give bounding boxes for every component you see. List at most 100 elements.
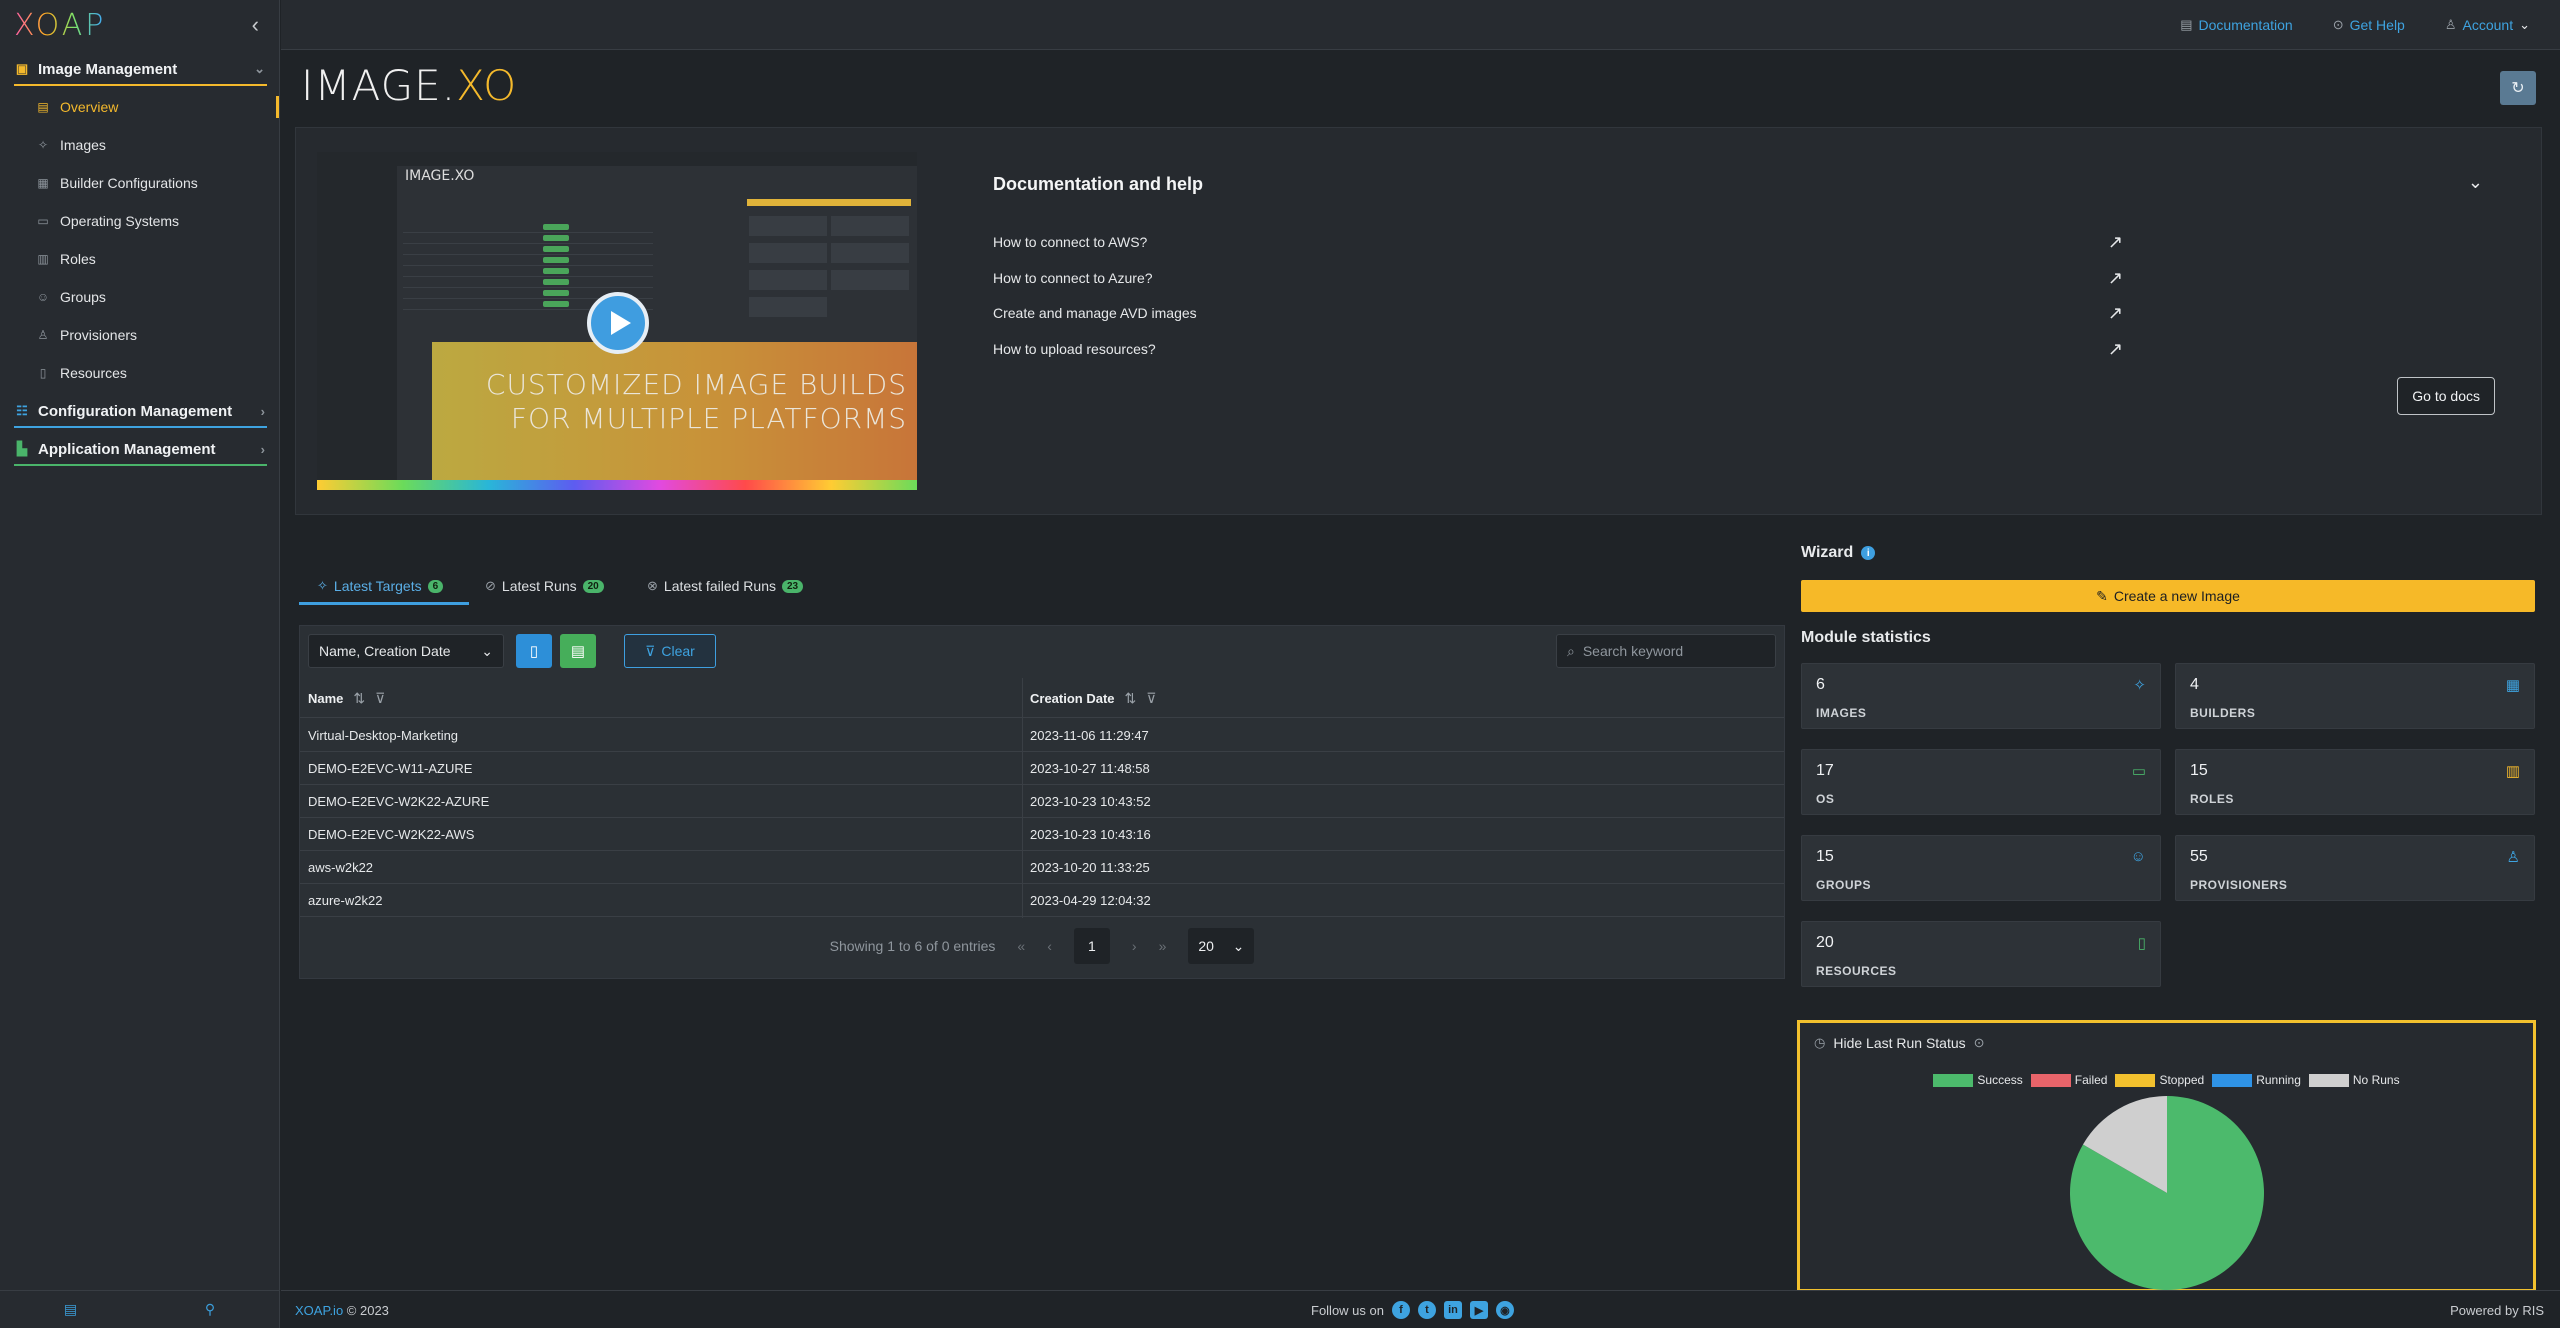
os-icon: ▭	[37, 214, 49, 228]
tab-latest-targets[interactable]: ✧ Latest Targets 6	[317, 571, 444, 601]
stat-card-os[interactable]: 17 OS ▭	[1801, 749, 2161, 815]
legend-item-no-runs[interactable]: No Runs	[2308, 1073, 2400, 1087]
video-thumb-card	[831, 270, 909, 290]
youtube-icon[interactable]: ▶	[1469, 1301, 1488, 1319]
stat-card-groups[interactable]: 15 GROUPS ☺	[1801, 835, 2161, 901]
play-icon[interactable]	[587, 292, 649, 354]
account-menu[interactable]: ♙ Account ⌄	[2445, 17, 2530, 33]
product-logo-highlight: XO	[456, 61, 518, 110]
footer-copyright: XOAP.io © 2023	[295, 1303, 389, 1318]
last-page-icon[interactable]: »	[1159, 938, 1167, 954]
xoap-logo[interactable]: XOAP	[14, 8, 106, 43]
legend-item-running[interactable]: Running	[2212, 1073, 2301, 1087]
video-thumb-row	[403, 222, 653, 233]
crosshair-icon: ✧	[2133, 677, 2146, 694]
twitter-icon[interactable]: t	[1417, 1301, 1436, 1319]
sidebar-item-images[interactable]: ✧ Images	[0, 126, 279, 164]
chevron-down-icon: ⌄	[254, 61, 265, 76]
sidebar-item-groups[interactable]: ☺ Groups	[0, 278, 279, 316]
filter-icon[interactable]: ⊽	[375, 690, 385, 707]
linkedin-icon[interactable]: in	[1443, 1301, 1462, 1319]
table-row[interactable]: DEMO-E2EVC-W2K22-AZURE 2023-10-23 10:43:…	[300, 785, 1784, 818]
sidebar-item-overview[interactable]: ▤ Overview	[0, 88, 279, 126]
sidebar-item-provisioners[interactable]: ♙ Provisioners	[0, 316, 279, 354]
github-icon[interactable]: ◉	[1495, 1301, 1514, 1319]
stat-card-roles[interactable]: 15 ROLES ▥	[2175, 749, 2535, 815]
table-row[interactable]: azure-w2k22 2023-04-29 12:04:32	[300, 884, 1784, 917]
go-to-docs-button[interactable]: Go to docs	[2397, 377, 2495, 415]
doc-link-resources[interactable]: How to upload resources? ↗	[993, 339, 2123, 359]
columns-select[interactable]: Name, Creation Date ⌄	[308, 634, 504, 668]
first-page-icon[interactable]: «	[1017, 938, 1025, 954]
sidebar-item-builder-configurations[interactable]: ▦ Builder Configurations	[0, 164, 279, 202]
legend-item-success[interactable]: Success	[1933, 1073, 2023, 1087]
stat-card-provisioners[interactable]: 55 PROVISIONERS ♙	[2175, 835, 2535, 901]
cell-creation-date: 2023-10-23 10:43:16	[1030, 827, 1151, 842]
table-row[interactable]: Virtual-Desktop-Marketing 2023-11-06 11:…	[300, 719, 1784, 752]
export-excel-button[interactable]: ▤	[560, 634, 596, 668]
clear-filter-button[interactable]: ⊽ Clear	[624, 634, 716, 668]
doc-link-aws[interactable]: How to connect to AWS? ↗	[993, 232, 2123, 252]
filter-icon[interactable]: ⊽	[1146, 690, 1156, 707]
video-thumb-sidebar	[317, 166, 397, 490]
video-thumb-card	[831, 216, 909, 236]
sidebar-item-roles[interactable]: ▥ Roles	[0, 240, 279, 278]
doc-link-avd[interactable]: Create and manage AVD images ↗	[993, 303, 2123, 323]
file-icon: ▯	[529, 643, 539, 660]
legend-item-failed[interactable]: Failed	[2030, 1073, 2108, 1087]
book-icon[interactable]: ▤	[64, 1301, 77, 1318]
provisioners-icon: ♙	[37, 328, 49, 342]
stat-label: ROLES	[2190, 792, 2234, 806]
doc-link-label: Create and manage AVD images	[993, 305, 1197, 321]
x-circle-icon: ⊗	[647, 578, 658, 593]
stats-title: Module statistics	[1801, 629, 1931, 646]
table-row[interactable]: DEMO-E2EVC-W2K22-AWS 2023-10-23 10:43:16	[300, 818, 1784, 851]
get-help-link[interactable]: ⊙ Get Help	[2333, 17, 2405, 33]
create-image-button[interactable]: ✎ Create a new Image	[1801, 580, 2535, 612]
tab-latest-failed-runs[interactable]: ⊗ Latest failed Runs 23	[647, 571, 804, 601]
xoap-link[interactable]: XOAP.io	[295, 1303, 343, 1318]
sidebar-item-operating-systems[interactable]: ▭ Operating Systems	[0, 202, 279, 240]
table-row[interactable]: aws-w2k22 2023-10-20 11:33:25	[300, 851, 1784, 884]
column-header-creation-date[interactable]: Creation Date ⇅ ⊽	[1030, 678, 1157, 718]
documentation-link[interactable]: ▤ Documentation	[2180, 17, 2292, 33]
legend-item-stopped[interactable]: Stopped	[2115, 1073, 2204, 1087]
video-thumb-pill	[543, 246, 569, 252]
refresh-button[interactable]: ↻	[2500, 71, 2536, 105]
info-icon[interactable]: i	[1861, 546, 1876, 560]
search-input[interactable]	[1582, 643, 1753, 659]
chevron-down-circle-icon: ⊙	[1973, 1035, 1985, 1050]
cell-creation-date: 2023-10-20 11:33:25	[1030, 860, 1150, 875]
export-csv-button[interactable]: ▯	[516, 634, 552, 668]
sidebar-group-configuration-management[interactable]: ☷ Configuration Management ›	[0, 392, 279, 430]
facebook-icon[interactable]: f	[1391, 1301, 1410, 1319]
sort-icon[interactable]: ⇅	[353, 690, 365, 707]
book-icon: ▤	[2180, 16, 2193, 32]
sort-icon[interactable]: ⇅	[1125, 690, 1137, 707]
intro-video[interactable]: IMAGE.XO CUSTOMIZED IMAGE BUILDS FOR MUL…	[317, 152, 917, 490]
table-row[interactable]: DEMO-E2EVC-W11-AZURE 2023-10-27 11:48:58	[300, 752, 1784, 785]
prev-page-icon[interactable]: ‹	[1047, 938, 1052, 954]
sidebar-item-resources[interactable]: ▯ Resources	[0, 354, 279, 392]
run-status-toggle[interactable]: ◷ Hide Last Run Status ⊙	[1814, 1035, 1985, 1051]
documentation-label: Documentation	[2198, 16, 2293, 33]
next-page-icon[interactable]: ›	[1132, 938, 1137, 954]
sidebar-group-application-management[interactable]: ▙ Application Management ›	[0, 430, 279, 468]
sidebar-group-image-management[interactable]: ▣ Image Management ⌄	[0, 50, 279, 88]
location-pin-icon[interactable]: ⚲	[205, 1301, 215, 1318]
chevron-right-icon: ›	[260, 441, 265, 457]
legend-label: Failed	[2074, 1073, 2108, 1087]
video-thumb-pill	[543, 235, 569, 241]
column-header-name[interactable]: Name ⇅ ⊽	[308, 678, 385, 718]
page-button[interactable]: 1	[1073, 928, 1110, 964]
chevron-down-icon[interactable]: ⌄	[2468, 172, 2483, 193]
chevron-left-icon[interactable]: ‹	[252, 12, 259, 38]
stat-card-resources[interactable]: 20 RESOURCES ▯	[1801, 921, 2161, 987]
page-size-select[interactable]: 20 ⌄	[1188, 928, 1255, 964]
stat-card-images[interactable]: 6 IMAGES ✧	[1801, 663, 2161, 729]
stat-value: 6	[1816, 676, 1825, 693]
legend-swatch	[2212, 1073, 2253, 1087]
stat-card-builders[interactable]: 4 BUILDERS ▦	[2175, 663, 2535, 729]
tab-latest-runs[interactable]: ⊘ Latest Runs 20	[485, 571, 604, 601]
doc-link-azure[interactable]: How to connect to Azure? ↗	[993, 268, 2123, 288]
